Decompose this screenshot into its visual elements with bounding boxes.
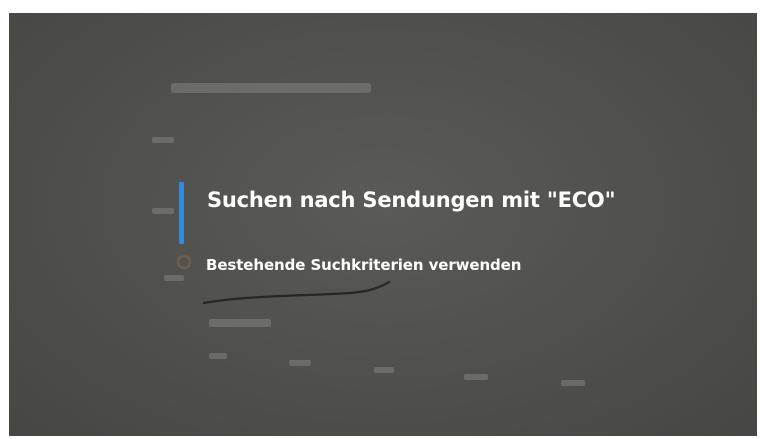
background-faded-content [152,83,585,386]
focus-indicator [179,182,184,244]
menu-option-use-existing-criteria[interactable]: Bestehende Suchkriterien verwenden [206,254,521,276]
photo-frame: Suchen nach Sendungen mit "ECO" Bestehen… [0,0,766,439]
menu-option-search-broadcasts[interactable]: Suchen nach Sendungen mit "ECO" [207,185,647,215]
circle-icon [177,255,191,269]
tv-screen: Suchen nach Sendungen mit "ECO" Bestehen… [9,13,757,436]
